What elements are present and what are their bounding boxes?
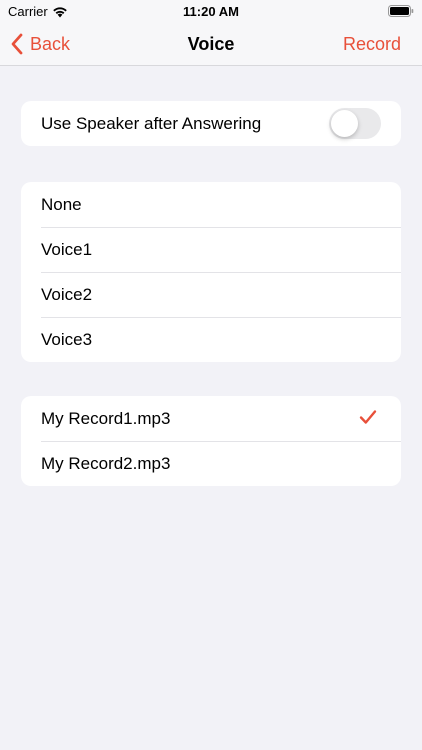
navigation-bar: Back Voice Record — [0, 22, 422, 66]
status-time: 11:20 AM — [183, 4, 239, 19]
record-option-label: My Record2.mp3 — [41, 453, 171, 473]
voice-option-voice1[interactable]: Voice1 — [21, 227, 401, 272]
record-option-my-record1[interactable]: My Record1.mp3 — [21, 396, 401, 441]
speaker-setting-row: Use Speaker after Answering — [21, 101, 401, 146]
voice-option-voice2[interactable]: Voice2 — [21, 272, 401, 317]
speaker-setting-label: Use Speaker after Answering — [41, 113, 262, 133]
record-option-my-record2[interactable]: My Record2.mp3 — [21, 441, 401, 486]
record-button[interactable]: Record — [343, 22, 401, 66]
voice-option-voice3[interactable]: Voice3 — [21, 317, 401, 362]
record-list-group: My Record1.mp3 My Record2.mp3 — [21, 396, 401, 486]
battery-icon — [388, 5, 414, 17]
voice-option-label: Voice1 — [41, 239, 93, 259]
voice-option-none[interactable]: None — [21, 182, 401, 227]
voice-option-label: Voice2 — [41, 284, 93, 304]
speaker-settings-group: Use Speaker after Answering — [21, 101, 401, 146]
toggle-knob — [331, 110, 358, 137]
voice-option-label: None — [41, 194, 82, 214]
voice-option-label: Voice3 — [41, 329, 93, 349]
record-option-label: My Record1.mp3 — [41, 408, 171, 428]
speaker-toggle[interactable] — [329, 108, 381, 139]
status-bar: Carrier 11:20 AM — [0, 0, 422, 22]
checkmark-icon — [359, 410, 377, 424]
voice-list-group: None Voice1 Voice2 Voice3 — [21, 182, 401, 362]
